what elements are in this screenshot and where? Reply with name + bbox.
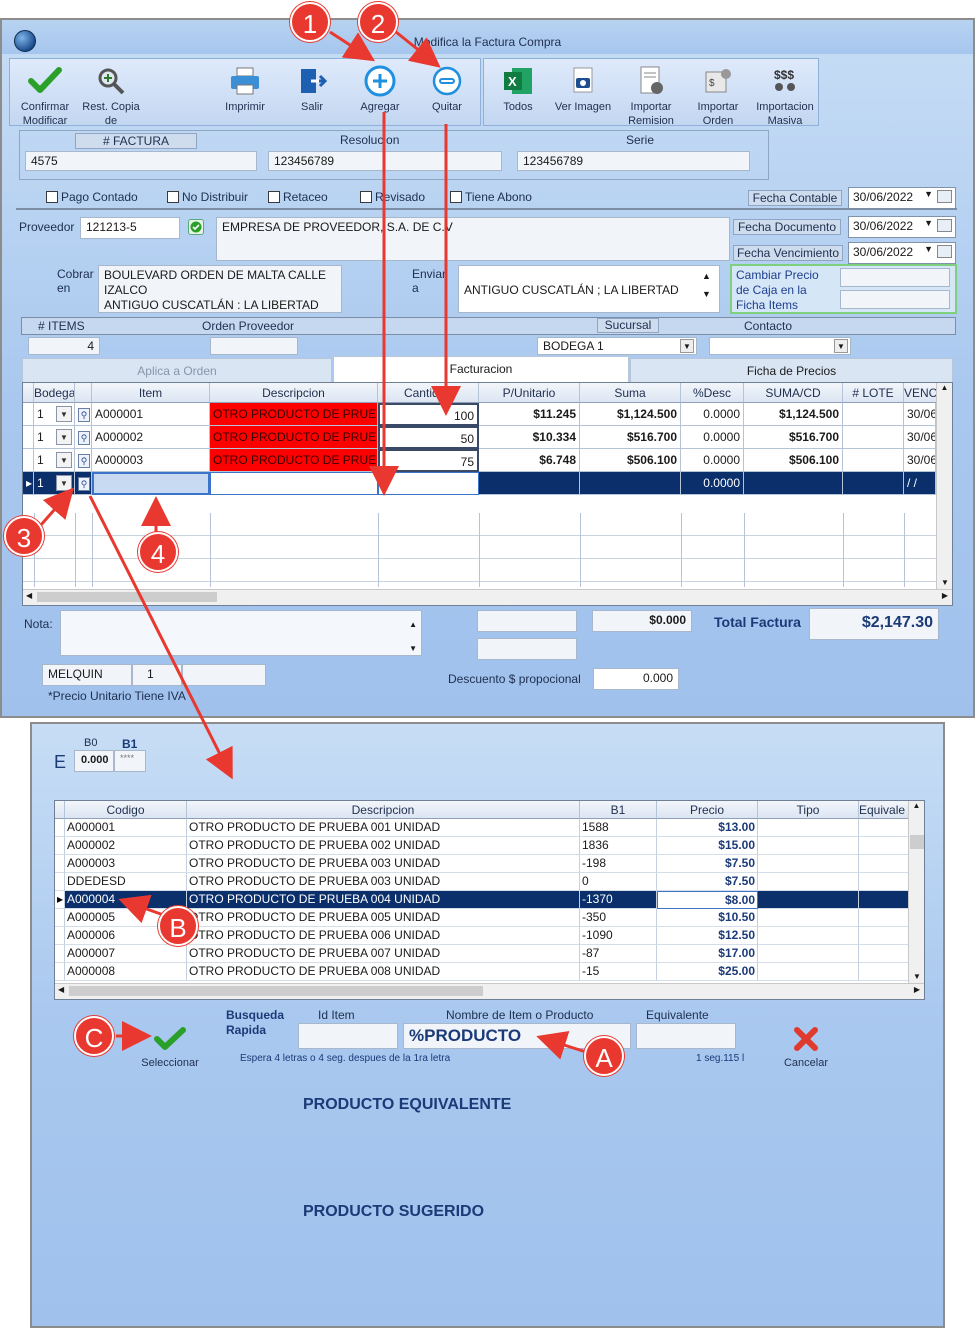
- callout-c: C: [74, 1016, 114, 1056]
- callout-4: 4: [138, 532, 178, 572]
- callout-1: 1: [290, 2, 330, 42]
- callout-3: 3: [4, 516, 44, 556]
- annotation-arrows: [38, 30, 587, 1060]
- callout-2: 2: [358, 2, 398, 42]
- callout-b: B: [158, 906, 198, 946]
- callout-a: A: [584, 1036, 624, 1076]
